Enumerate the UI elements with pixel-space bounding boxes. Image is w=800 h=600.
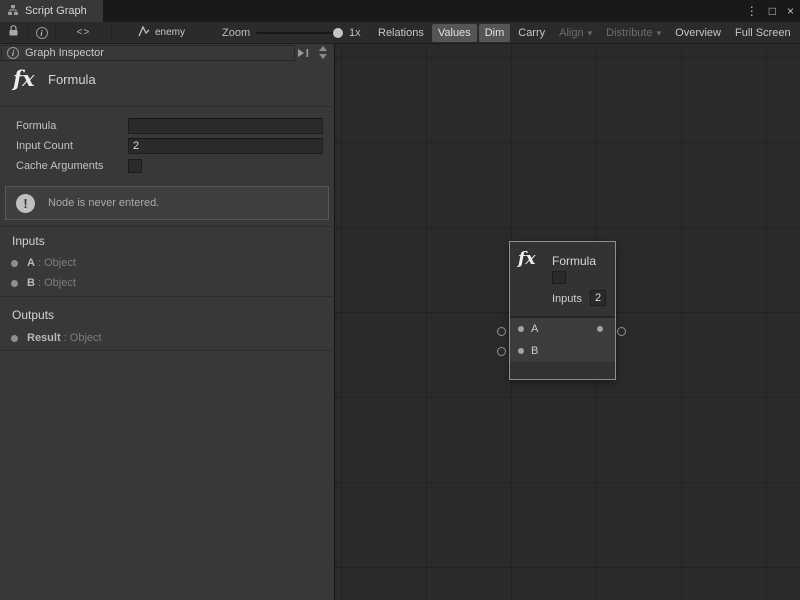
zoom-label: Zoom bbox=[222, 27, 250, 39]
about-button[interactable]: i bbox=[28, 22, 56, 43]
dropdown-caret-icon: ▾ bbox=[657, 28, 662, 38]
warning-text: Node is never entered. bbox=[48, 197, 159, 209]
info-icon: i bbox=[36, 27, 48, 39]
distribute-dropdown[interactable]: Distribute ▾ bbox=[600, 24, 667, 42]
node-footer bbox=[510, 362, 615, 379]
input-port-row-a: AObject bbox=[11, 255, 76, 271]
window-controls: ⋮ □ × bbox=[746, 0, 794, 22]
input-port-row-b: BObject bbox=[11, 275, 76, 291]
port-name: Result bbox=[27, 332, 61, 344]
node-input-port-a[interactable]: A bbox=[518, 318, 538, 340]
zoom-slider[interactable] bbox=[256, 32, 340, 34]
input-count-input[interactable] bbox=[128, 138, 323, 154]
node-input-count-field[interactable]: 2 bbox=[590, 290, 606, 306]
external-input-connector-a[interactable] bbox=[497, 327, 506, 336]
scroll-up-icon[interactable] bbox=[319, 46, 327, 51]
dock-panel-icon[interactable] bbox=[297, 48, 310, 61]
relations-button[interactable]: Relations bbox=[372, 24, 430, 42]
node-output-port-result[interactable] bbox=[597, 326, 603, 332]
port-name: B bbox=[27, 277, 35, 289]
lock-icon bbox=[8, 25, 19, 40]
node-formula-field[interactable] bbox=[552, 271, 566, 284]
formula-field-label: Formula bbox=[16, 120, 56, 132]
port-type: Object bbox=[35, 277, 76, 289]
graph-reference[interactable]: enemy bbox=[138, 22, 185, 43]
external-output-connector-result[interactable] bbox=[617, 327, 626, 336]
carry-button[interactable]: Carry bbox=[512, 24, 551, 42]
external-input-connector-b[interactable] bbox=[497, 347, 506, 356]
script-graph-window: Script Graph ⋮ □ × i <> bbox=[0, 0, 800, 600]
close-icon[interactable]: × bbox=[787, 4, 794, 18]
graph-toolbar: i <> enemy Zoom 1x Relations Values Dim … bbox=[0, 22, 800, 44]
graph-inspector-header[interactable]: i Graph Inspector bbox=[1, 45, 295, 61]
align-label: Align bbox=[559, 27, 583, 39]
graph-canvas[interactable]: fx Formula Inputs 2 A B bbox=[335, 44, 800, 600]
node-input-port-b[interactable]: B bbox=[518, 340, 538, 362]
tab-script-graph[interactable]: Script Graph bbox=[0, 0, 103, 22]
edit-source-button[interactable]: <> bbox=[56, 22, 112, 43]
port-name: A bbox=[27, 257, 35, 269]
graph-asset-icon bbox=[138, 26, 150, 40]
inspector-node-title: Formula bbox=[48, 72, 96, 87]
script-graph-icon bbox=[7, 4, 19, 19]
output-port-row-result: ResultObject bbox=[11, 330, 102, 346]
node-port-label: A bbox=[531, 323, 538, 335]
port-type: Object bbox=[61, 332, 102, 344]
toolbar-actions: Relations Values Dim Carry Align ▾ Distri… bbox=[372, 22, 797, 44]
formula-node[interactable]: fx Formula Inputs 2 A B bbox=[510, 242, 615, 379]
scroll-steppers[interactable] bbox=[318, 46, 328, 59]
port-type: Object bbox=[35, 257, 76, 269]
node-title: Formula bbox=[552, 254, 596, 268]
zoom-value: 1x bbox=[349, 27, 361, 39]
divider bbox=[0, 296, 335, 297]
fullscreen-button[interactable]: Full Screen bbox=[729, 24, 797, 42]
maximize-icon[interactable]: □ bbox=[769, 4, 776, 18]
outputs-section-header: Outputs bbox=[12, 308, 54, 322]
divider bbox=[0, 350, 335, 351]
port-dot-icon bbox=[518, 348, 524, 354]
tab-label: Script Graph bbox=[25, 5, 87, 17]
menu-icon[interactable]: ⋮ bbox=[746, 4, 758, 18]
dropdown-caret-icon: ▾ bbox=[588, 28, 593, 38]
zoom-slider-knob[interactable] bbox=[333, 28, 343, 38]
port-dot-icon bbox=[518, 326, 524, 332]
port-dot-icon bbox=[11, 280, 18, 287]
formula-fx-icon: fx bbox=[518, 249, 535, 269]
warning-box: ! Node is never entered. bbox=[5, 186, 329, 220]
divider bbox=[0, 106, 335, 107]
align-dropdown[interactable]: Align ▾ bbox=[553, 24, 598, 42]
cache-arguments-checkbox[interactable] bbox=[128, 159, 142, 173]
divider bbox=[0, 226, 335, 227]
port-dot-icon bbox=[11, 260, 18, 267]
values-button[interactable]: Values bbox=[432, 24, 477, 42]
distribute-label: Distribute bbox=[606, 27, 652, 39]
graph-inspector-panel: i Graph Inspector fx Formula Formula Inp… bbox=[0, 44, 335, 600]
graph-ref-label: enemy bbox=[155, 27, 185, 38]
formula-input[interactable] bbox=[128, 118, 323, 134]
tab-bar: Script Graph ⋮ □ × bbox=[0, 0, 800, 22]
toolbar-toggle-group: i <> bbox=[0, 22, 112, 43]
overview-button[interactable]: Overview bbox=[669, 24, 727, 42]
formula-fx-icon: fx bbox=[13, 66, 35, 91]
node-inputs-label: Inputs bbox=[552, 293, 582, 305]
lock-button[interactable] bbox=[0, 22, 28, 43]
scroll-down-icon[interactable] bbox=[319, 54, 327, 59]
code-icon: <> bbox=[77, 27, 91, 38]
port-dot-icon bbox=[11, 335, 18, 342]
dim-button[interactable]: Dim bbox=[479, 24, 511, 42]
graph-inspector-title: Graph Inspector bbox=[25, 47, 104, 59]
cache-arguments-label: Cache Arguments bbox=[16, 160, 103, 172]
input-count-label: Input Count bbox=[16, 140, 73, 152]
node-port-label: B bbox=[531, 345, 538, 357]
warning-icon: ! bbox=[16, 194, 35, 213]
inputs-section-header: Inputs bbox=[12, 234, 45, 248]
info-icon: i bbox=[7, 47, 19, 59]
